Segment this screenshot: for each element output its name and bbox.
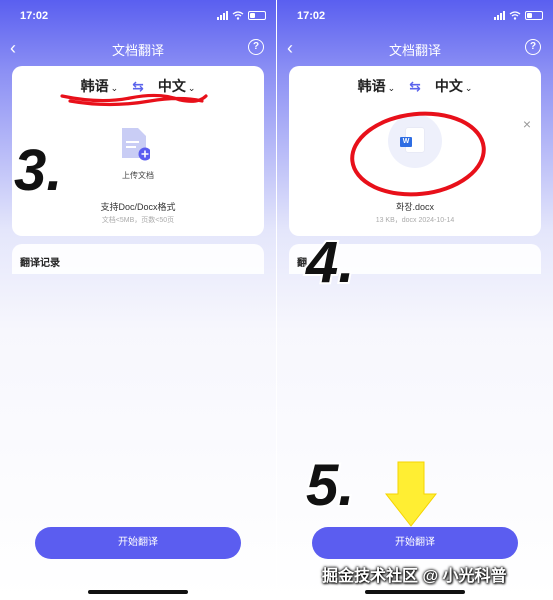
file-meta: 13 KB，docx 2024-10-14 bbox=[375, 217, 455, 224]
status-bar: 17:02 bbox=[277, 8, 553, 26]
help-icon[interactable]: ? bbox=[525, 39, 541, 55]
page-title: 文档翻译 bbox=[388, 43, 441, 58]
left-screen: 17:02 ‹ 文档翻译 ? 韩语 ⌄ ⇆ 中文 ⌄ 上传文档 支持Doc/Docx… bbox=[0, 0, 276, 600]
status-bar: 17:02 bbox=[0, 8, 276, 26]
upload-label: 上传文档 bbox=[122, 171, 154, 180]
file-name: 화장.docx bbox=[395, 202, 435, 212]
signal-icon bbox=[217, 11, 228, 20]
chevron-down-icon: ⌄ bbox=[387, 83, 396, 93]
status-time: 17:02 bbox=[297, 10, 326, 22]
home-indicator bbox=[365, 590, 465, 594]
page-title: 文档翻译 bbox=[111, 43, 164, 58]
home-indicator bbox=[88, 590, 188, 594]
file-card: 韩语 ⌄ ⇆ 中文 ⌄ W × 화장.docx 13 KB，docx 2024-10… bbox=[289, 66, 541, 236]
word-badge: W bbox=[400, 137, 412, 147]
support-format-text: 支持Doc/Docx格式 bbox=[100, 202, 176, 212]
status-time: 17:02 bbox=[20, 10, 49, 22]
watermark: 掘金技术社区 @ 小光科普 bbox=[322, 568, 507, 585]
start-translate-button[interactable]: 开始翻译 bbox=[35, 527, 241, 559]
wifi-icon bbox=[232, 11, 244, 20]
chevron-down-icon: ⌄ bbox=[187, 83, 196, 93]
word-document-icon: W bbox=[400, 128, 424, 152]
history-section: 翻译记录 bbox=[12, 244, 264, 274]
signal-icon bbox=[494, 11, 505, 20]
language-selector: 韩语 ⌄ ⇆ 中文 ⌄ bbox=[289, 76, 541, 96]
chevron-down-icon: ⌄ bbox=[110, 83, 119, 93]
nav-bar: ‹ 文档翻译 ? bbox=[277, 36, 553, 62]
chevron-down-icon: ⌄ bbox=[464, 83, 473, 93]
history-section: 翻 bbox=[289, 244, 541, 274]
battery-icon bbox=[525, 11, 543, 20]
source-language[interactable]: 韩语 ⌄ bbox=[81, 76, 119, 96]
battery-icon bbox=[248, 11, 266, 20]
upload-document-icon[interactable] bbox=[120, 126, 150, 162]
upload-card[interactable]: 韩语 ⌄ ⇆ 中文 ⌄ 上传文档 支持Doc/Docx格式 文档<5MB，页数<50… bbox=[12, 66, 264, 236]
history-title: 翻 bbox=[297, 258, 307, 269]
swap-icon[interactable]: ⇆ bbox=[132, 78, 144, 95]
right-screen: 17:02 ‹ 文档翻译 ? 韩语 ⌄ ⇆ 中文 ⌄ W × 화장.docx 13 … bbox=[277, 0, 553, 600]
target-language[interactable]: 中文 ⌄ bbox=[435, 76, 473, 96]
history-title: 翻译记录 bbox=[20, 258, 60, 269]
file-limit-text: 文档<5MB，页数<50页 bbox=[101, 217, 175, 224]
target-language[interactable]: 中文 ⌄ bbox=[158, 76, 196, 96]
start-translate-button[interactable]: 开始翻译 bbox=[312, 527, 518, 559]
nav-bar: ‹ 文档翻译 ? bbox=[0, 36, 276, 62]
close-icon[interactable]: × bbox=[523, 116, 531, 132]
swap-icon[interactable]: ⇆ bbox=[409, 78, 421, 95]
wifi-icon bbox=[509, 11, 521, 20]
language-selector: 韩语 ⌄ ⇆ 中文 ⌄ bbox=[12, 76, 264, 96]
source-language[interactable]: 韩语 ⌄ bbox=[358, 76, 396, 96]
help-icon[interactable]: ? bbox=[248, 39, 264, 55]
file-thumbnail[interactable]: W bbox=[388, 114, 442, 168]
